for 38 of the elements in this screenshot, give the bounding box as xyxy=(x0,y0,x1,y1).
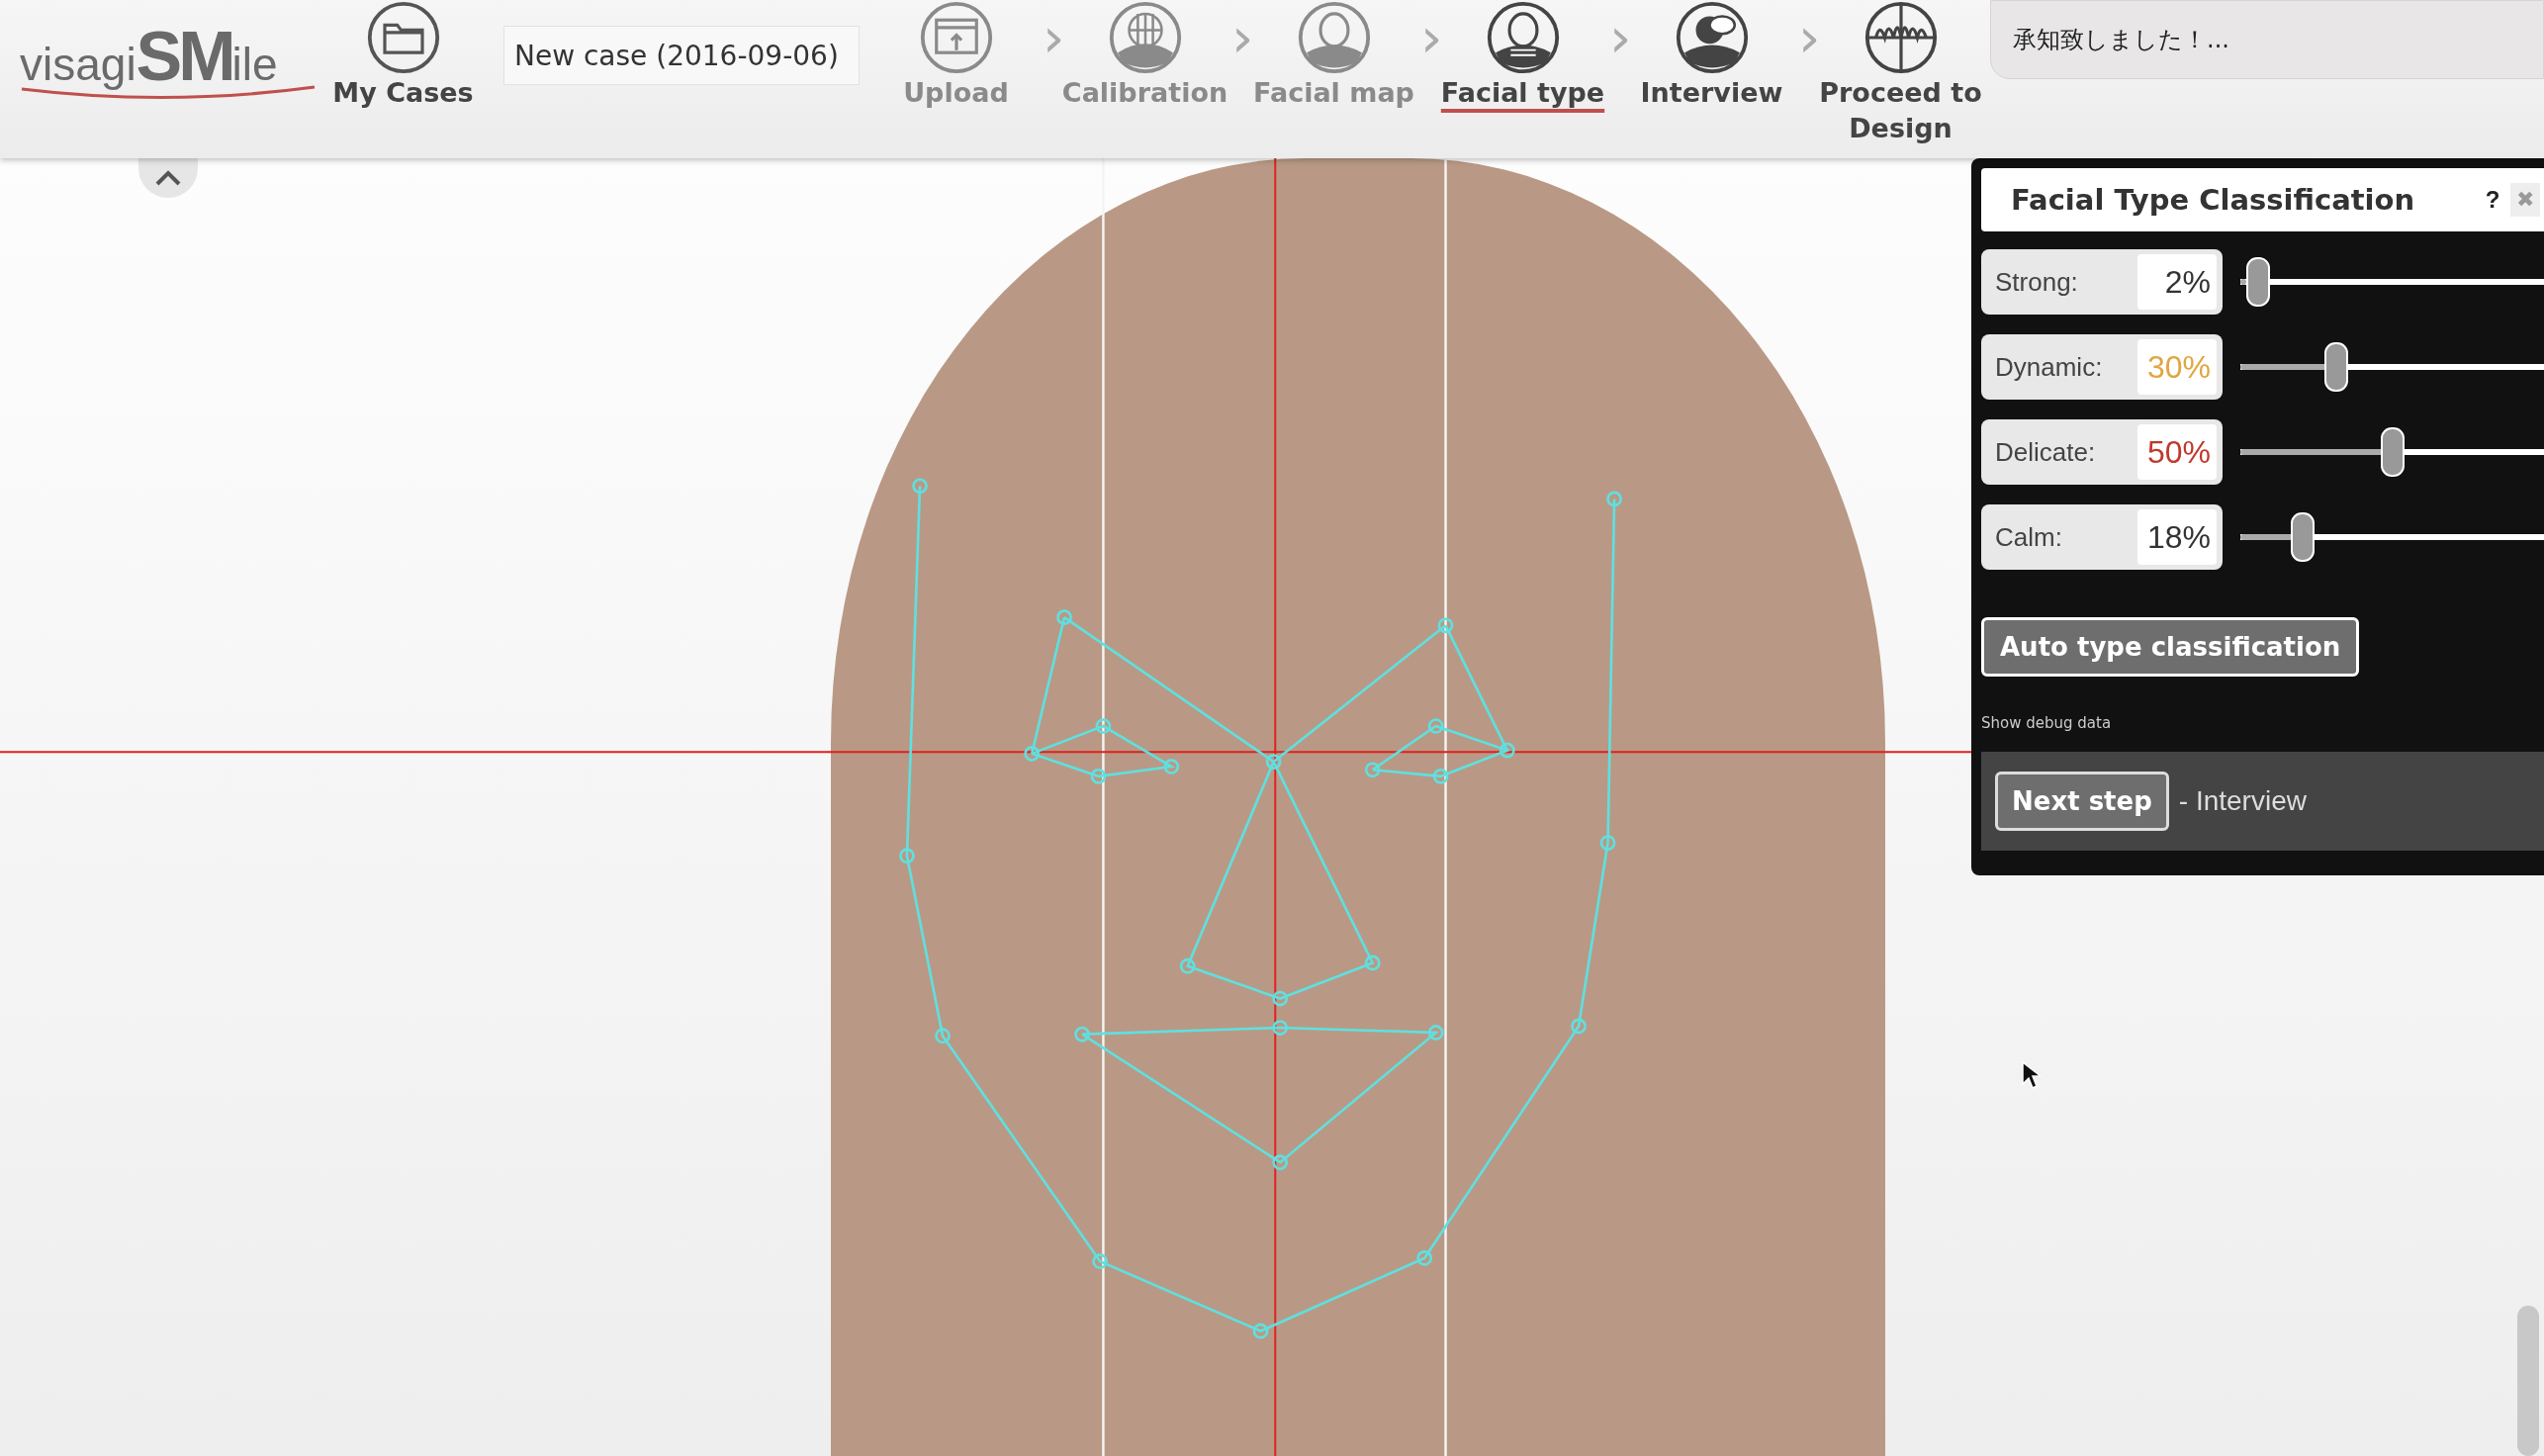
my-cases-button[interactable]: My Cases xyxy=(317,0,490,113)
score-label: Calm: xyxy=(1995,521,2062,553)
chevron-separator: › xyxy=(1231,8,1247,67)
person-speech-icon xyxy=(1674,0,1750,75)
slider-thumb[interactable] xyxy=(2380,427,2405,477)
score-label: Dynamic: xyxy=(1995,351,2103,383)
next-step-button[interactable]: Next step xyxy=(1995,772,2169,831)
slider-thumb[interactable] xyxy=(2290,512,2315,562)
chevron-separator: › xyxy=(1798,8,1814,67)
logo[interactable]: visagiSMile xyxy=(20,22,317,105)
caret-icon xyxy=(153,168,183,188)
collapse-caret-button[interactable] xyxy=(138,158,198,198)
help-button[interactable]: ? xyxy=(2475,186,2510,214)
score-label: Strong: xyxy=(1995,266,2078,298)
monitor-upload-icon xyxy=(918,0,994,75)
panel-title: Facial Type Classification xyxy=(2011,183,2416,217)
score-value: 50% xyxy=(2137,424,2217,480)
case-name-field[interactable]: New case (2016-09-06) xyxy=(503,26,860,85)
chevron-separator: › xyxy=(1043,8,1058,67)
score-value: 30% xyxy=(2137,339,2217,395)
slider-thumb[interactable] xyxy=(2245,257,2270,307)
slider-thumb[interactable] xyxy=(2323,342,2348,392)
auto-classification-button[interactable]: Auto type classification xyxy=(1981,617,2360,677)
scrollbar-thumb[interactable] xyxy=(2517,1306,2539,1456)
score-value: 18% xyxy=(2137,509,2217,565)
face-grid-icon xyxy=(1485,0,1561,75)
score-value: 2% xyxy=(2137,254,2217,310)
face-outline-icon xyxy=(1296,0,1372,75)
folder-icon xyxy=(365,0,441,75)
notification-text: 承知致しました！... xyxy=(2013,25,2229,55)
debug-link[interactable]: Show debug data xyxy=(1981,714,2112,732)
teeth-icon xyxy=(1863,0,1939,75)
score-label: Delicate: xyxy=(1995,436,2096,468)
chevron-separator: › xyxy=(1609,8,1625,67)
next-step-caption: - Interview xyxy=(2178,785,2307,817)
globe-icon xyxy=(1107,0,1183,75)
mouse-cursor-icon xyxy=(2021,1060,2041,1090)
chevron-separator: › xyxy=(1420,8,1436,67)
